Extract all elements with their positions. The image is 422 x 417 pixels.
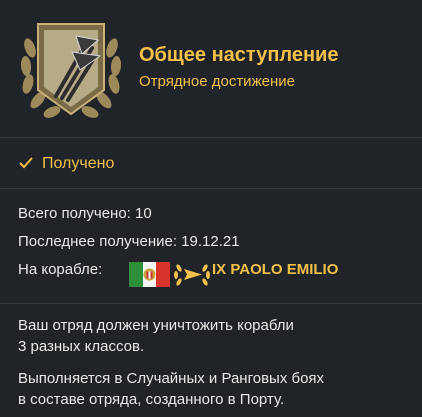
achievement-tooltip: Общее наступление Отрядное достижение По… [0, 0, 422, 417]
achievement-subtitle: Отрядное достижение [139, 73, 295, 90]
achievement-header: Общее наступление Отрядное достижение [0, 0, 422, 137]
total-received: Всего получено: 10 [18, 205, 152, 222]
description-conditions: Выполняется в Случайных и Ранговых боях … [18, 368, 324, 410]
divider [0, 188, 422, 189]
ship-name: IX PAOLO EMILIO [212, 261, 339, 278]
status-label: Получено [42, 155, 115, 172]
divider [0, 303, 422, 304]
cruiser-class-icon [174, 264, 210, 286]
status-received: Получено [18, 155, 114, 173]
description-line: в составе отряда, созданного в Порту. [18, 391, 285, 408]
trident-medal-icon [20, 23, 122, 118]
italy-flag-icon [129, 262, 170, 287]
description-line: Выполняется в Случайных и Ранговых боях [18, 370, 325, 387]
checkmark-icon [19, 157, 33, 169]
description-line: 3 разных классов. [18, 338, 145, 355]
last-received: Последнее получение: 19.12.21 [18, 233, 240, 250]
achievement-title: Общее наступление [139, 44, 339, 66]
ship-label: На корабле: [18, 261, 103, 278]
description-line: Ваш отряд должен уничтожить корабли [18, 317, 294, 334]
divider [0, 137, 422, 138]
description-requirement: Ваш отряд должен уничтожить корабли 3 ра… [18, 315, 294, 357]
